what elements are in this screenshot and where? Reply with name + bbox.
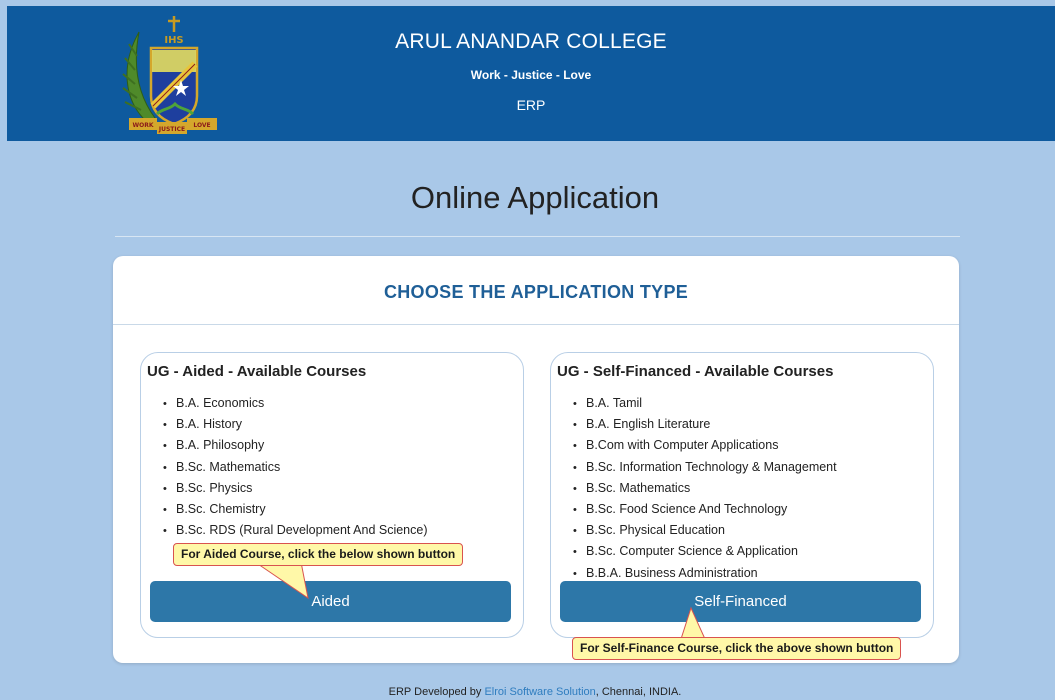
- self-financed-callout: For Self-Finance Course, click the above…: [572, 637, 902, 660]
- aided-callout: For Aided Course, click the below shown …: [173, 543, 464, 566]
- college-motto: Work - Justice - Love: [470, 68, 592, 82]
- logo-ribbon-center: JUSTICE: [158, 126, 185, 133]
- course-item: B.A. Tamil: [573, 393, 837, 414]
- site-header: IHS WORK JUSTICE LOVE ARUL ANANDAR COLLE…: [7, 6, 1055, 141]
- erp-label: ERP: [516, 97, 546, 113]
- course-item: B.Com with Computer Applications: [573, 435, 837, 456]
- footer: ERP Developed by Elroi Software Solution…: [0, 686, 1055, 698]
- course-item: B.Sc. RDS (Rural Development And Science…: [163, 520, 428, 541]
- footer-suffix: , Chennai, INDIA.: [595, 686, 682, 698]
- page-title: Online Application: [410, 180, 660, 215]
- card-divider: [113, 324, 959, 325]
- course-item: B.Sc. Food Science And Technology: [573, 499, 837, 520]
- title-divider: [115, 236, 960, 237]
- logo-ribbon-left: WORK: [133, 122, 154, 129]
- aided-callout-pointer: [253, 561, 309, 600]
- aided-course-list: B.A. Economics B.A. History B.A. Philoso…: [163, 393, 428, 541]
- aided-button[interactable]: Aided: [150, 581, 511, 622]
- self-financed-button[interactable]: Self-Financed: [560, 581, 921, 622]
- course-item: B.Sc. Information Technology & Managemen…: [573, 457, 837, 478]
- course-item: B.Sc. Mathematics: [573, 478, 837, 499]
- course-item: B.A. English Literature: [573, 414, 837, 435]
- card-title: CHOOSE THE APPLICATION TYPE: [383, 282, 689, 302]
- logo-ribbon-right: LOVE: [193, 122, 210, 129]
- self-financed-panel-title: UG - Self-Financed - Available Courses: [557, 363, 834, 380]
- self-financed-callout-pointer: [680, 606, 706, 640]
- self-financed-course-list: B.A. Tamil B.A. English Literature B.Com…: [573, 393, 837, 584]
- course-item: B.A. History: [163, 414, 428, 435]
- college-name: ARUL ANANDAR COLLEGE: [395, 30, 667, 53]
- course-item: B.Sc. Physical Education: [573, 520, 837, 541]
- course-item: B.Sc. Physics: [163, 478, 428, 499]
- course-item: B.A. Economics: [163, 393, 428, 414]
- course-item: B.Sc. Chemistry: [163, 499, 428, 520]
- aided-panel-title: UG - Aided - Available Courses: [147, 363, 367, 380]
- application-type-card: CHOOSE THE APPLICATION TYPE UG - Aided -…: [113, 256, 959, 663]
- course-item: B.Sc. Computer Science & Application: [573, 541, 837, 562]
- course-item: B.Sc. Mathematics: [163, 457, 428, 478]
- course-item: B.A. Philosophy: [163, 435, 428, 456]
- footer-prefix: ERP Developed by: [388, 686, 485, 698]
- developer-link[interactable]: Elroi Software Solution: [484, 686, 595, 698]
